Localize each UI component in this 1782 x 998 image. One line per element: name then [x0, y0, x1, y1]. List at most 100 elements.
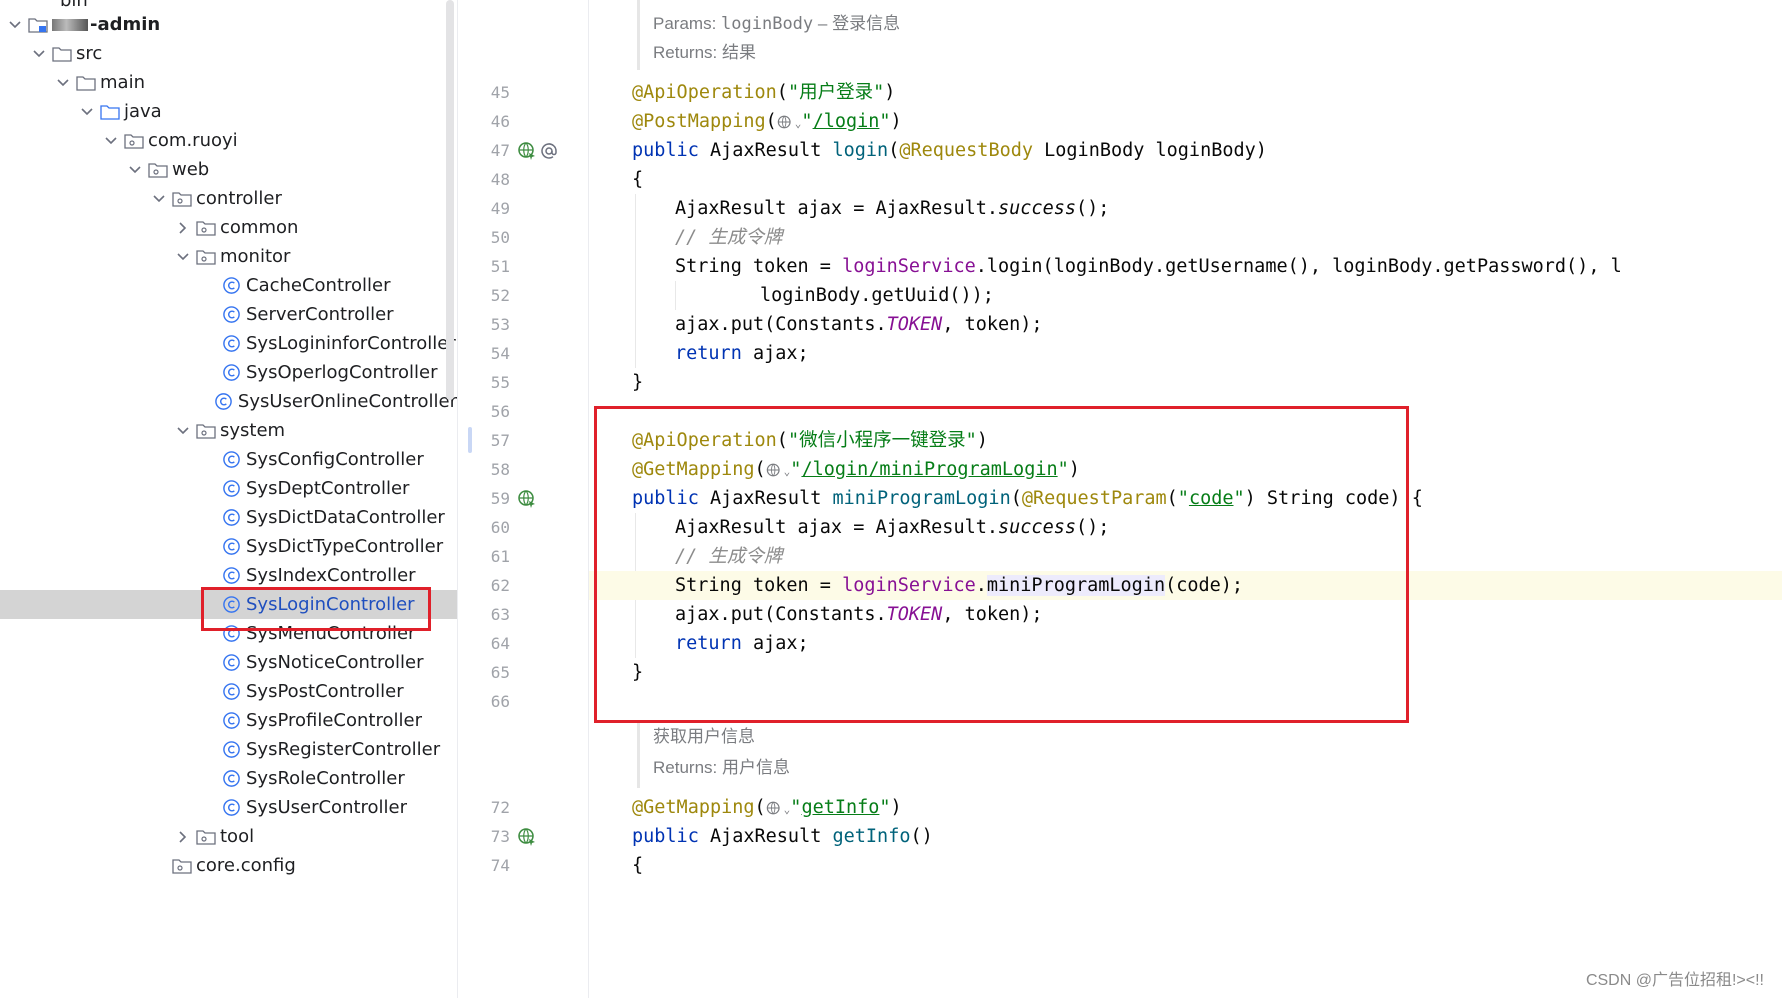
code-line: @PostMapping(⌄"/login") [632, 111, 902, 132]
tree-item-label: SysPostController [246, 681, 404, 702]
tree-item-common[interactable]: common [0, 213, 457, 242]
tree-item-class[interactable]: SysProfileController [0, 706, 457, 735]
tree-item-controller[interactable]: controller [0, 184, 457, 213]
highlight-box-code [594, 406, 1409, 723]
globe-dropdown-icon[interactable] [766, 799, 784, 817]
code-annotation: @RequestBody [899, 140, 1033, 161]
code-line: String token = loginService.login(loginB… [589, 252, 1782, 281]
tree-item-label: SysLogininforController [246, 333, 456, 354]
tree-item-web[interactable]: web [0, 155, 457, 184]
code-line: @GetMapping(⌄"getInfo") [632, 797, 902, 818]
chevron-down-icon[interactable] [80, 105, 94, 119]
package-icon [196, 423, 216, 439]
tree-item-class[interactable]: SysIndexController [0, 561, 457, 590]
chevron-down-icon[interactable] [152, 192, 166, 206]
code-line: { [589, 851, 1782, 880]
tree-item-class[interactable]: SysUserOnlineController [0, 387, 457, 416]
tree-item-label: SysDictTypeController [246, 536, 444, 557]
tree-item-label: common [220, 217, 299, 238]
tree-item-java[interactable]: java [0, 97, 457, 126]
code-text: } [632, 372, 644, 393]
chevron-down-icon[interactable] [32, 47, 46, 61]
tree-item-class[interactable]: SysRoleController [0, 764, 457, 793]
doc-bar [637, 722, 640, 788]
chevron-down-icon[interactable] [176, 424, 190, 438]
endpoint-globe-icon[interactable] [517, 827, 537, 847]
class-icon [223, 335, 240, 352]
code-url[interactable]: /login [813, 111, 880, 132]
project-tree: bin -admin src main java com.ruoyi web c… [0, 0, 458, 998]
line-number: 50 [490, 228, 510, 247]
folder-icon [52, 46, 72, 62]
tree-item-label: SysDictDataController [246, 507, 445, 528]
tree-item-package[interactable]: com.ruoyi [0, 126, 457, 155]
tree-item-label: SysUserOnlineController [237, 391, 457, 412]
code-keyword: public [632, 826, 699, 847]
code-function: login [832, 140, 889, 161]
tree-item-tool[interactable]: tool [0, 822, 457, 851]
code-text: LoginBody loginBody) [1044, 140, 1267, 161]
tree-item-class[interactable]: ServerController [0, 300, 457, 329]
code-type: AjaxResult [709, 826, 822, 847]
chevron-down-icon[interactable] [104, 134, 118, 148]
tree-item-main[interactable]: main [0, 68, 457, 97]
chevron-right-icon[interactable] [176, 830, 190, 844]
annotation-at-icon[interactable] [539, 141, 559, 161]
chevron-down-icon[interactable] [8, 18, 22, 32]
code-line: @ApiOperation("用户登录") [589, 78, 1782, 107]
line-number: 49 [490, 199, 510, 218]
tree-item-project[interactable]: -admin [0, 10, 457, 39]
tree-item-label: CacheController [246, 275, 391, 296]
class-icon [223, 799, 240, 816]
tree-scrollbar[interactable] [446, 0, 454, 400]
chevron-down-icon[interactable] [176, 250, 190, 264]
tree-item-class[interactable]: SysDictDataController [0, 503, 457, 532]
code-text: ) [890, 111, 902, 132]
tree-item-label: core.config [196, 855, 296, 876]
module-icon [28, 17, 48, 33]
code-line: // 生成令牌 [589, 223, 1782, 252]
line-number: 52 [490, 286, 510, 305]
redacted-name [52, 18, 88, 31]
code-annotation: @GetMapping [632, 797, 755, 818]
line-number: 63 [490, 605, 510, 624]
chevron-down-icon[interactable] [56, 76, 70, 90]
globe-dropdown-icon[interactable] [777, 113, 795, 131]
tree-item-label: java [124, 101, 162, 122]
tree-item-class[interactable]: SysConfigController [0, 445, 457, 474]
tree-item-label: web [172, 159, 210, 180]
tree-item-label: SysConfigController [246, 449, 424, 470]
tree-item-label: SysProfileController [246, 710, 422, 731]
tree-item-core-config[interactable]: core.config [0, 851, 457, 880]
endpoint-globe-icon[interactable] [517, 141, 537, 161]
tree-item-label: system [220, 420, 286, 441]
doc-returns-desc: 结果 [721, 43, 756, 62]
tree-item-class[interactable]: SysUserController [0, 793, 457, 822]
tree-item-src[interactable]: src [0, 39, 457, 68]
code-line: public AjaxResult getInfo() [589, 822, 1782, 851]
tree-item-system[interactable]: system [0, 416, 457, 445]
tree-item-class[interactable]: SysNoticeController [0, 648, 457, 677]
tree-item-class[interactable]: SysRegisterController [0, 735, 457, 764]
tree-item-class[interactable]: SysOperlogController [0, 358, 457, 387]
tree-item-monitor[interactable]: monitor [0, 242, 457, 271]
tree-item-class[interactable]: SysDeptController [0, 474, 457, 503]
tree-item-class[interactable]: SysLogininforController [0, 329, 457, 358]
endpoint-globe-icon[interactable] [517, 489, 537, 509]
chevron-down-icon[interactable] [128, 163, 142, 177]
code-annotation: @PostMapping [632, 111, 766, 132]
tree-item-class[interactable]: CacheController [0, 271, 457, 300]
line-number: 61 [490, 547, 510, 566]
chevron-right-icon[interactable] [176, 221, 190, 235]
tree-item-label: SysOperlogController [246, 362, 438, 383]
tree-item-class[interactable]: SysPostController [0, 677, 457, 706]
line-number: 48 [490, 170, 510, 189]
code-text: ajax.put(Constants. [675, 314, 887, 335]
code-url[interactable]: getInfo [801, 797, 879, 818]
doc-param-name: loginBody [721, 14, 814, 34]
code-keyword: public [632, 140, 699, 161]
class-icon [215, 393, 232, 410]
tree-item-class[interactable]: SysDictTypeController [0, 532, 457, 561]
code-text: ajax; [741, 343, 809, 364]
code-method: success [998, 198, 1076, 219]
